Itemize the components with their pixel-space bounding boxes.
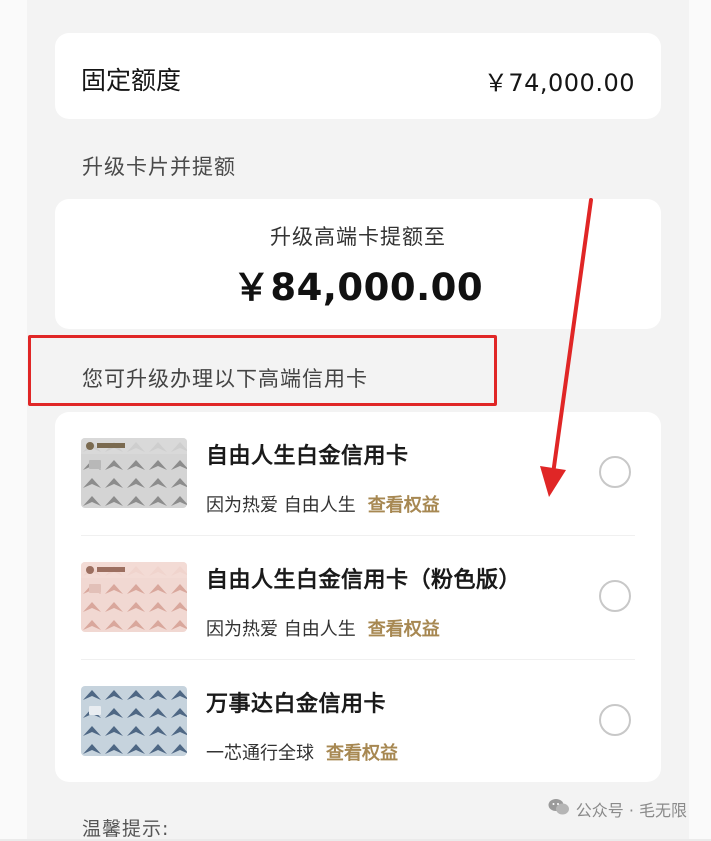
card-option-2[interactable]: 万事达白金信用卡 一芯通行全球 查看权益 [55,660,661,784]
upgrade-subtitle: 升级高端卡提额至 [270,225,446,249]
card-desc: 因为热爱 自由人生 [206,495,356,516]
fixed-limit-label: 固定额度 [81,66,182,95]
card-desc-line: 一芯通行全球 查看权益 [206,739,398,765]
card-thumbnail-pink [81,562,187,632]
card-radio-button[interactable] [599,456,631,488]
fixed-limit-card: 固定额度 ￥74,000.00 [55,33,661,119]
view-benefits-link[interactable]: 查看权益 [326,743,398,764]
card-thumbnail-silver [81,438,187,508]
upgrade-hint: 您可升级办理以下高端信用卡 [82,367,368,391]
watermark: 公众号 · 毛无限 [548,797,687,821]
watermark-text: 公众号 · 毛无限 [575,801,687,820]
card-name: 自由人生白金信用卡（粉色版） [206,568,522,593]
upgrade-amount: ￥84,000.00 [232,266,484,309]
view-benefits-link[interactable]: 查看权益 [368,619,440,640]
card-radio-button[interactable] [599,704,631,736]
left-margin [0,0,27,839]
right-margin [689,0,711,839]
card-thumbnail-blue [81,686,187,756]
wechat-icon [548,798,570,820]
card-desc-line: 因为热爱 自由人生 查看权益 [206,615,440,641]
card-name: 万事达白金信用卡 [206,692,387,717]
card-desc: 一芯通行全球 [206,743,314,764]
card-option-0[interactable]: 自由人生白金信用卡 因为热爱 自由人生 查看权益 [55,412,661,536]
view-benefits-link[interactable]: 查看权益 [368,495,440,516]
card-radio-button[interactable] [599,580,631,612]
fixed-limit-value: ￥74,000.00 [483,69,635,97]
card-desc: 因为热爱 自由人生 [206,619,356,640]
card-option-list: 自由人生白金信用卡 因为热爱 自由人生查看权益 自由人生白金信用卡（粉色版） [55,412,661,782]
upgrade-section-title: 升级卡片并提额 [82,155,236,179]
card-option-1[interactable]: 自由人生白金信用卡（粉色版） 因为热爱 自由人生 查看权益 [55,536,661,660]
card-name: 自由人生白金信用卡 [206,444,409,469]
tips-title: 温馨提示: [82,818,170,840]
upgrade-limit-card: 升级高端卡提额至 ￥84,000.00 [55,199,661,329]
card-desc-line: 因为热爱 自由人生 查看权益 [206,491,440,517]
